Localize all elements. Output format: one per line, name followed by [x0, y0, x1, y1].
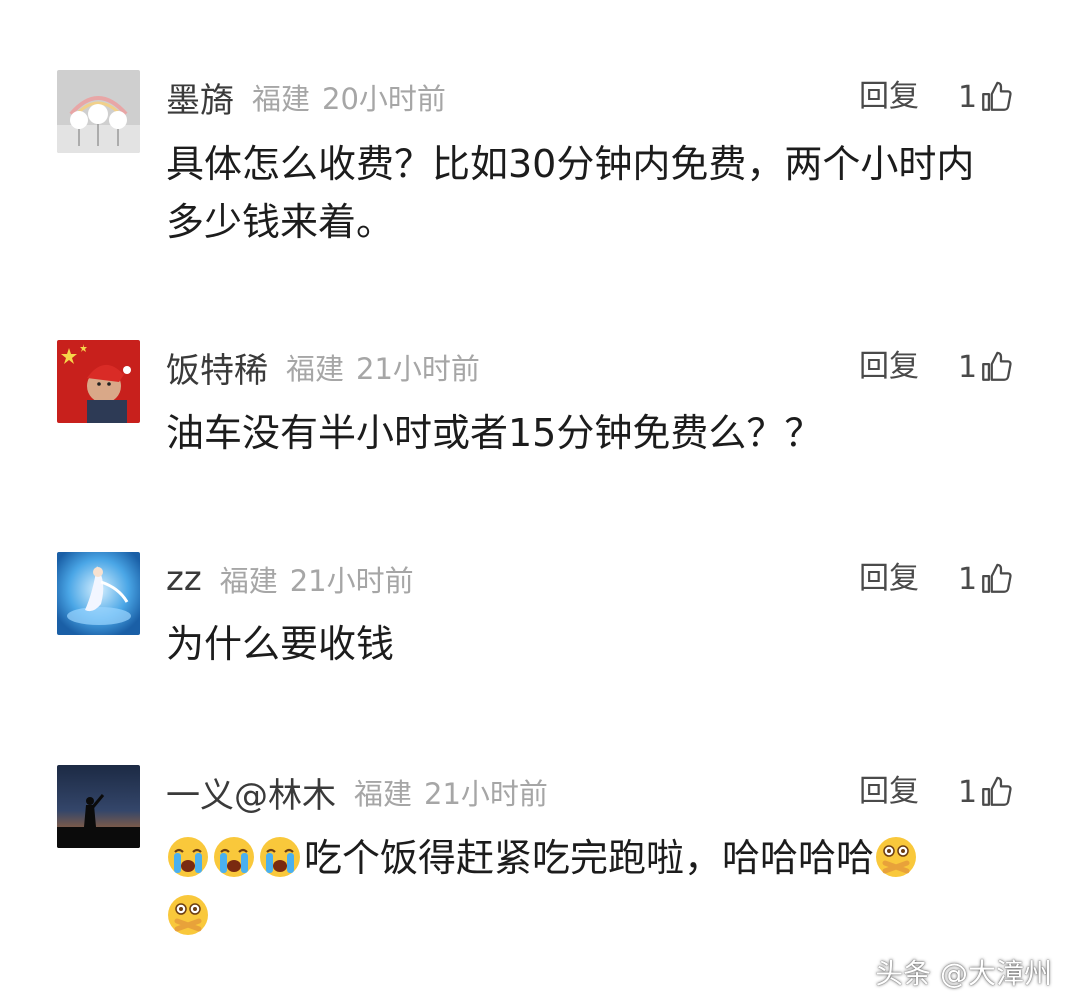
like-button[interactable]: 1: [958, 554, 1013, 604]
loudly-crying-face-emoji: [212, 835, 256, 879]
like-button[interactable]: 1: [958, 342, 1013, 392]
reply-button[interactable]: 回复: [859, 342, 919, 392]
timestamp: 20小时前: [322, 82, 446, 116]
comment-text: 吃个饭得赶紧吃完跑啦，哈哈哈哈: [166, 829, 1006, 945]
location: 福建: [219, 564, 278, 598]
avatar[interactable]: [57, 70, 140, 153]
thumbs-up-icon: [979, 562, 1013, 596]
hand-over-mouth-face-emoji: [166, 893, 210, 937]
like-button[interactable]: 1: [958, 72, 1013, 122]
username[interactable]: zz: [166, 559, 202, 599]
timestamp: 21小时前: [289, 564, 414, 598]
thumbs-up-icon: [979, 775, 1013, 809]
loudly-crying-face-emoji: [166, 835, 210, 879]
reply-button[interactable]: 回复: [859, 72, 919, 122]
hand-over-mouth-face-emoji: [874, 835, 918, 879]
location: 福建: [286, 352, 345, 386]
like-count: 1: [958, 79, 978, 115]
watermark: 头条 @大漳州: [875, 957, 1052, 990]
username[interactable]: 一义@林木: [166, 768, 336, 817]
comment-text-content: 吃个饭得赶紧吃完跑啦，哈哈哈哈: [304, 836, 875, 880]
thumbs-up-icon: [979, 80, 1013, 114]
comment-text: 油车没有半小时或者15分钟免费么？？: [166, 411, 823, 455]
avatar[interactable]: [57, 765, 140, 848]
comment-text: 具体怎么收费？比如30分钟内免费，两个小时内多少钱来着。: [166, 142, 975, 244]
avatar[interactable]: [57, 340, 140, 423]
comment-text: 为什么要收钱: [166, 622, 395, 666]
avatar[interactable]: [57, 552, 140, 635]
thumbs-up-icon: [979, 350, 1013, 384]
like-button[interactable]: 1: [958, 767, 1013, 817]
like-count: 1: [958, 561, 978, 597]
timestamp: 21小时前: [424, 777, 548, 811]
like-count: 1: [958, 349, 978, 385]
username[interactable]: 墨旖: [166, 73, 234, 122]
like-count: 1: [958, 774, 978, 810]
location: 福建: [252, 82, 311, 116]
username[interactable]: 饭特稀: [166, 343, 268, 392]
loudly-crying-face-emoji: [258, 835, 302, 879]
reply-button[interactable]: 回复: [859, 554, 919, 604]
location: 福建: [354, 777, 413, 811]
reply-button[interactable]: 回复: [859, 767, 919, 817]
timestamp: 21小时前: [356, 352, 480, 386]
